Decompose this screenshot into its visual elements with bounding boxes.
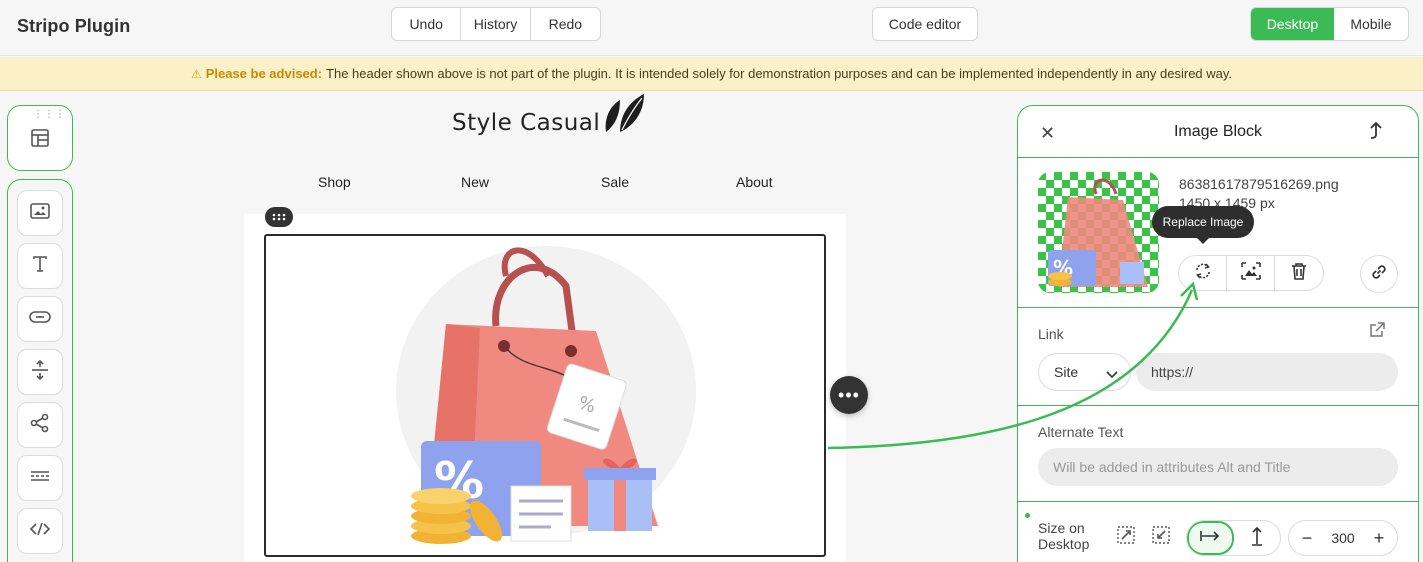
drag-handle-icon[interactable]: ⋮⋮⋮ xyxy=(33,110,66,120)
nav-link-sale[interactable]: Sale xyxy=(601,174,629,190)
increase-size-button[interactable]: + xyxy=(1367,526,1391,550)
image-thumbnail: % xyxy=(1038,172,1159,293)
link-label: Link xyxy=(1038,326,1064,342)
desktop-view-button[interactable]: Desktop xyxy=(1251,8,1334,40)
panel-title: Image Block xyxy=(1173,123,1263,140)
social-icon xyxy=(30,413,50,438)
size-mode-toggle xyxy=(1186,520,1281,556)
image-file-name: 86381617879516269.png xyxy=(1179,176,1339,192)
image-actions xyxy=(1178,255,1324,291)
spacer-block-tool[interactable] xyxy=(17,349,63,395)
email-canvas: Style Casual Shop New Sale About % % ••• xyxy=(80,92,1015,562)
brand-logo[interactable]: Style Casual xyxy=(452,110,600,136)
advisory-message: The header shown above is not part of th… xyxy=(326,66,1233,81)
top-header: Stripo Plugin Undo History Redo Code edi… xyxy=(0,0,1423,56)
refresh-icon xyxy=(1194,262,1212,285)
link-url-input[interactable] xyxy=(1136,353,1398,391)
structures-panel: ⋮⋮⋮ xyxy=(7,105,73,171)
blocks-panel xyxy=(7,179,73,562)
button-icon xyxy=(29,310,51,328)
image-source-section: % 86381617879516269.png 1450 x 1459 px R… xyxy=(1018,158,1418,308)
nav-link-shop[interactable]: Shop xyxy=(318,174,351,190)
size-stepper: − 300 + xyxy=(1288,520,1398,556)
alt-text-section: Alternate Text xyxy=(1018,406,1418,502)
size-section: Size on Desktop − 300 + xyxy=(1018,502,1418,562)
view-mode-toggle: Desktop Mobile xyxy=(1250,7,1409,41)
block-handle-icon[interactable] xyxy=(265,207,293,227)
advisory-strong-text: Please be advised: xyxy=(205,66,323,81)
width-arrow-icon xyxy=(1200,529,1220,547)
selected-image-block[interactable]: % % xyxy=(264,234,826,557)
undo-button[interactable]: Undo xyxy=(392,8,462,40)
replace-image-tooltip: Replace Image xyxy=(1152,206,1254,244)
width-mode-button[interactable] xyxy=(1187,521,1234,555)
image-icon xyxy=(30,202,50,224)
leaf-logo-icon xyxy=(602,92,648,139)
warning-icon: ⚠ xyxy=(190,66,202,81)
history-controls: Undo History Redo xyxy=(391,7,601,41)
link-type-select[interactable]: Site xyxy=(1038,353,1131,391)
nav-link-new[interactable]: New xyxy=(461,174,489,190)
app-title: Stripo Plugin xyxy=(17,16,131,36)
button-block-tool[interactable] xyxy=(17,296,63,342)
collapse-panel-icon[interactable] xyxy=(1368,121,1384,145)
text-icon xyxy=(32,255,48,277)
image-edit-icon xyxy=(1240,261,1261,285)
spacer-icon xyxy=(30,359,50,385)
nav-link-about[interactable]: About xyxy=(736,174,773,190)
chevron-down-icon xyxy=(1106,366,1118,382)
panel-header: ✕ Image Block xyxy=(1018,106,1418,158)
text-block-tool[interactable] xyxy=(17,243,63,289)
delete-image-button[interactable] xyxy=(1275,256,1323,290)
image-link-button[interactable] xyxy=(1360,255,1398,293)
structure-icon[interactable] xyxy=(30,128,50,153)
image-settings-panel: ✕ Image Block % 86381617879516269.png 14… xyxy=(1017,105,1419,562)
social-block-tool[interactable] xyxy=(17,402,63,448)
size-label: Size on Desktop xyxy=(1038,520,1090,552)
code-editor-button[interactable]: Code editor xyxy=(872,7,978,41)
link-section: Link Site xyxy=(1018,308,1418,406)
redo-button[interactable]: Redo xyxy=(531,8,600,40)
more-options-button[interactable]: ••• xyxy=(830,376,868,414)
trash-icon xyxy=(1291,262,1307,285)
image-block-tool[interactable] xyxy=(17,190,63,236)
alt-text-label: Alternate Text xyxy=(1038,424,1124,440)
shopping-bag-illustration: % % xyxy=(396,246,696,544)
link-icon xyxy=(1370,263,1388,286)
link-type-value: Site xyxy=(1054,364,1079,380)
shrink-size-icon[interactable] xyxy=(1152,526,1170,549)
external-link-icon[interactable] xyxy=(1369,322,1385,343)
replace-image-button[interactable] xyxy=(1179,256,1227,290)
advisory-banner: ⚠ Please be advised: The header shown ab… xyxy=(0,57,1423,91)
height-arrow-icon xyxy=(1251,526,1263,551)
decrease-size-button[interactable]: − xyxy=(1295,526,1319,550)
height-mode-button[interactable] xyxy=(1234,521,1280,555)
expand-size-icon[interactable] xyxy=(1117,526,1135,549)
mobile-view-button[interactable]: Mobile xyxy=(1334,8,1408,40)
alt-text-input[interactable] xyxy=(1038,448,1398,486)
edit-image-button[interactable] xyxy=(1227,256,1275,290)
modified-indicator xyxy=(1025,513,1030,518)
size-value[interactable]: 300 xyxy=(1331,530,1354,546)
divider-icon xyxy=(30,469,50,487)
html-icon xyxy=(29,522,51,541)
history-button[interactable]: History xyxy=(461,8,531,40)
html-block-tool[interactable] xyxy=(17,508,63,554)
divider-block-tool[interactable] xyxy=(17,455,63,501)
